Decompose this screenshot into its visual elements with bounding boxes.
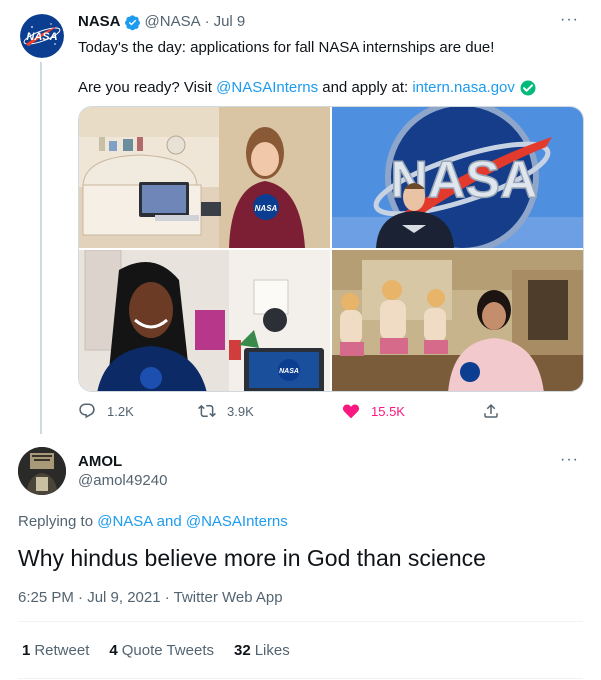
reply-stats: 1 Retweet 4 Quote Tweets 32 Likes: [22, 642, 310, 660]
share-icon: [484, 403, 498, 418]
separator-dot: ·: [204, 13, 210, 30]
divider: [18, 678, 583, 679]
likes-label: Likes: [254, 642, 290, 659]
nasa-logo-text: NASA: [255, 204, 278, 213]
tweet-text-line2: Are you ready? Visit @NASAInterns and ap…: [78, 78, 584, 98]
replying-prefix: Replying to: [18, 513, 94, 530]
replying-and[interactable]: and: [157, 513, 182, 530]
retweet-icon: [198, 404, 216, 418]
more-options-icon[interactable]: ···: [560, 452, 579, 468]
like-count: 15.5K: [371, 403, 405, 419]
nasa-sign-photo[interactable]: NASA: [332, 107, 583, 248]
retweet-button[interactable]: 3.9K: [198, 402, 254, 420]
amol-avatar[interactable]: [18, 447, 66, 495]
tweet-text-line1: Today's the day: applications for fall N…: [78, 39, 495, 56]
reply-count: 1.2K: [107, 403, 134, 419]
tweet-text-middle: and apply at:: [322, 79, 409, 96]
like-button[interactable]: 15.5K: [342, 402, 405, 420]
green-check-icon: [520, 80, 536, 96]
reply-icon: [79, 403, 95, 419]
reply-author-name[interactable]: AMOL: [78, 453, 122, 471]
intern-shrine-photo[interactable]: [332, 250, 583, 391]
tweet-text: Today's the day: applications for fall N…: [78, 38, 584, 98]
retweets-label: Retweet: [34, 642, 90, 659]
retweets-stat[interactable]: 1 Retweet: [22, 642, 89, 660]
reply-author-handle[interactable]: @amol49240: [78, 472, 167, 490]
author-name[interactable]: NASA: [78, 13, 121, 31]
svg-text:NASA: NASA: [26, 31, 57, 43]
tweet-header: NASA @NASA · Jul 9: [78, 13, 245, 31]
mention-nasainterns-link[interactable]: @NASAInterns: [186, 513, 288, 530]
verified-badge-icon: [124, 14, 141, 31]
media-grid: NASA NASA NASA: [78, 106, 584, 392]
mention-nasainterns-link[interactable]: @NASAInterns: [216, 78, 318, 98]
reply-timestamp[interactable]: 6:25 PM · Jul 9, 2021 · Twitter Web App: [18, 589, 283, 607]
more-options-icon[interactable]: ···: [560, 12, 579, 28]
retweets-count: 1: [22, 642, 31, 659]
share-button[interactable]: [482, 402, 511, 420]
tweet-actions: 1.2K 3.9K 15.5K: [78, 402, 508, 424]
quote-tweets-stat[interactable]: 4 Quote Tweets: [109, 642, 214, 660]
divider: [18, 621, 583, 622]
tweet-date[interactable]: Jul 9: [214, 13, 246, 31]
replying-to: Replying to @NASA and @NASAInterns: [18, 513, 288, 531]
laptop-nasa-text: NASA: [279, 368, 299, 375]
quotes-label: Quote Tweets: [121, 642, 214, 659]
heart-filled-icon: [342, 404, 360, 419]
reply-text: Why hindus believe more in God than scie…: [18, 545, 486, 571]
reply-button[interactable]: 1.2K: [78, 402, 134, 420]
intern-laptop-photo[interactable]: NASA: [79, 250, 330, 391]
likes-count: 32: [234, 642, 251, 659]
nasa-avatar[interactable]: NASA: [20, 14, 64, 58]
intern-url-link[interactable]: intern.nasa.gov: [412, 78, 515, 98]
thread-line: [40, 62, 42, 434]
quotes-count: 4: [109, 642, 118, 659]
mention-nasa-link[interactable]: @NASA: [97, 513, 152, 530]
author-handle[interactable]: @NASA: [145, 13, 201, 31]
likes-stat[interactable]: 32 Likes: [234, 642, 290, 660]
reply-tweet[interactable]: AMOL @amol49240 ··· Replying to @NASA an…: [0, 436, 601, 680]
tweet-text-prefix: Are you ready? Visit: [78, 79, 212, 96]
retweet-count: 3.9K: [227, 403, 254, 419]
intern-desk-photo[interactable]: NASA: [79, 107, 330, 248]
nasa-tweet[interactable]: NASA NASA @NASA · Jul 9 ··· Today's the …: [0, 0, 601, 436]
